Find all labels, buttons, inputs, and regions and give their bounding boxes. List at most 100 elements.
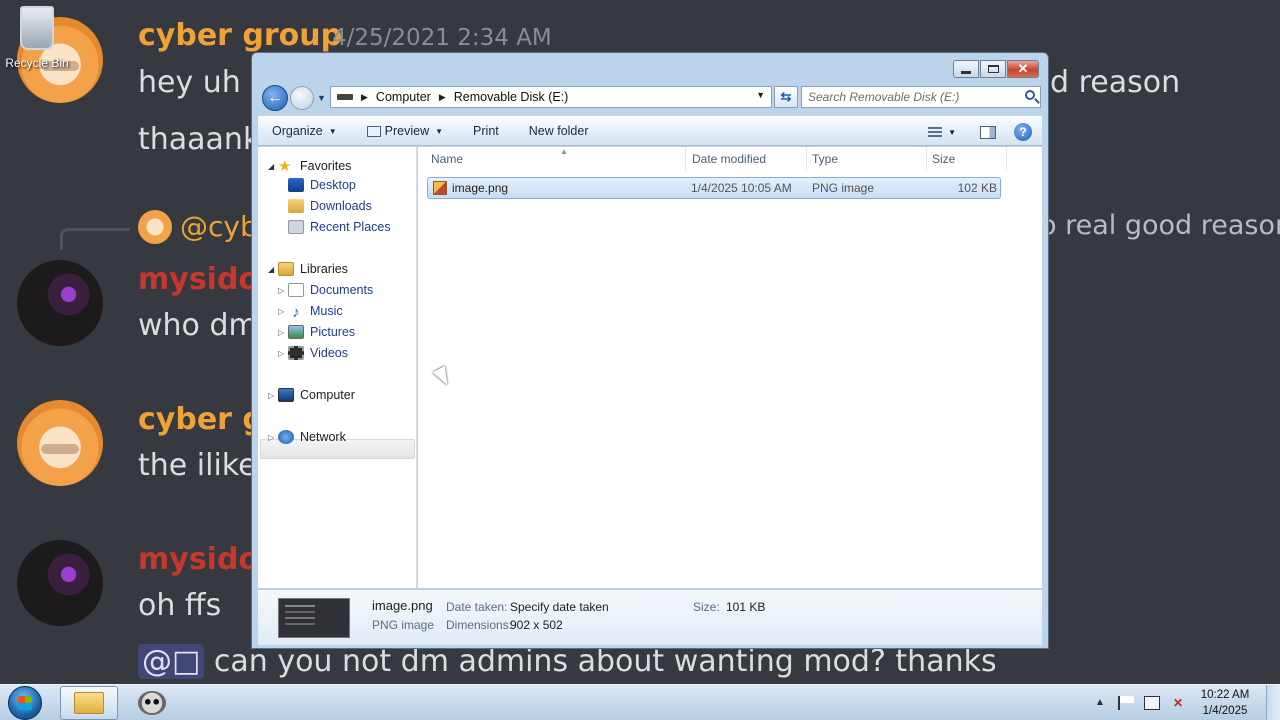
nav-pictures[interactable]: ▷ Pictures bbox=[278, 325, 355, 339]
recycle-bin-label: Recycle Bin bbox=[5, 56, 69, 70]
expand-arrow-icon[interactable]: ▷ bbox=[278, 349, 288, 358]
network-status-icon[interactable] bbox=[1144, 696, 1160, 710]
reply-preview: o real good reason bbox=[1040, 210, 1280, 241]
nav-libraries[interactable]: ◢ Libraries bbox=[268, 262, 348, 276]
maximize-button[interactable] bbox=[980, 60, 1006, 78]
star-icon: ★ bbox=[278, 158, 292, 175]
breadcrumb-removable-disk[interactable]: Removable Disk (E:) bbox=[454, 90, 569, 104]
nav-network[interactable]: ▷ Network bbox=[268, 430, 346, 444]
nav-videos[interactable]: ▷ Videos bbox=[278, 346, 348, 360]
column-size-label: Size bbox=[932, 152, 956, 166]
print-button[interactable]: Print bbox=[473, 124, 499, 138]
minimize-button[interactable] bbox=[953, 60, 979, 78]
details-file-name: image.png bbox=[372, 598, 433, 613]
file-name: image.png bbox=[452, 181, 509, 195]
expand-arrow-icon[interactable]: ▷ bbox=[268, 433, 278, 442]
help-icon[interactable]: ? bbox=[1014, 123, 1032, 141]
nav-downloads-label: Downloads bbox=[310, 199, 372, 213]
show-hidden-icons-button[interactable]: ▲ bbox=[1092, 696, 1108, 710]
nav-downloads[interactable]: Downloads bbox=[288, 199, 372, 213]
volume-muted-icon[interactable]: ✕ bbox=[1170, 696, 1186, 710]
dimensions-value: 902 x 502 bbox=[510, 618, 563, 632]
column-header-size[interactable]: Size bbox=[927, 147, 1007, 171]
taskbar-explorer-button[interactable] bbox=[60, 686, 118, 720]
chat-username: cyber g bbox=[138, 402, 264, 437]
show-desktop-button[interactable] bbox=[1266, 685, 1280, 720]
chat-message: thaaank bbox=[138, 122, 261, 157]
view-options-dropdown[interactable]: ▼ bbox=[948, 128, 956, 137]
column-header-name[interactable]: ▲ Name bbox=[426, 147, 686, 171]
chat-message: oh ffs bbox=[138, 588, 222, 623]
search-icon[interactable] bbox=[1025, 90, 1035, 100]
search-input[interactable] bbox=[802, 87, 1012, 107]
expand-arrow-icon[interactable]: ▷ bbox=[278, 286, 288, 295]
recycle-bin-shortcut[interactable]: Recycle Bin bbox=[4, 6, 70, 70]
avatar bbox=[17, 540, 103, 626]
reply-connector bbox=[60, 228, 130, 250]
file-row[interactable]: image.png 1/4/2025 10:05 AM PNG image 10… bbox=[427, 177, 1001, 199]
search-box[interactable] bbox=[801, 86, 1041, 108]
reply-username: @cyb bbox=[180, 210, 258, 243]
file-size: 102 KB bbox=[957, 181, 997, 195]
expand-arrow-icon[interactable]: ▷ bbox=[278, 328, 288, 337]
file-date-modified: 1/4/2025 10:05 AM bbox=[691, 181, 792, 195]
clock-date: 1/4/2025 bbox=[1202, 705, 1248, 717]
address-bar[interactable]: ▶ Computer ▶ Removable Disk (E:) ▼ bbox=[330, 86, 772, 108]
chat-username: cyber group bbox=[138, 18, 343, 53]
music-icon: ♪ bbox=[292, 304, 300, 321]
avatar bbox=[17, 260, 103, 346]
expand-arrow-icon[interactable]: ▷ bbox=[278, 307, 288, 316]
expand-arrow-icon[interactable]: ◢ bbox=[268, 162, 278, 171]
file-type: PNG image bbox=[812, 181, 875, 195]
downloads-icon bbox=[288, 199, 304, 213]
nav-computer[interactable]: ▷ Computer bbox=[268, 388, 355, 402]
chevron-right-icon[interactable]: ▶ bbox=[361, 92, 368, 103]
libraries-icon bbox=[278, 262, 294, 276]
expand-arrow-icon[interactable]: ◢ bbox=[268, 265, 278, 274]
chevron-right-icon[interactable]: ▶ bbox=[439, 92, 446, 103]
nav-recent-places[interactable]: Recent Places bbox=[288, 220, 391, 234]
expand-arrow-icon[interactable]: ▷ bbox=[268, 391, 278, 400]
taskbar-app-button[interactable] bbox=[130, 686, 174, 720]
chat-message: d reason bbox=[1050, 65, 1181, 100]
column-header-type[interactable]: Type bbox=[807, 147, 927, 171]
column-header-date-modified[interactable]: Date modified bbox=[687, 147, 807, 171]
nav-favorites[interactable]: ◢ ★ Favorites bbox=[268, 157, 351, 175]
action-center-flag-icon[interactable] bbox=[1118, 696, 1134, 710]
refresh-button[interactable]: ⇆ bbox=[774, 86, 798, 108]
recent-places-icon bbox=[288, 220, 304, 234]
column-type-label: Type bbox=[812, 152, 839, 166]
maximize-icon bbox=[987, 65, 999, 73]
organize-button[interactable]: Organize ▼ bbox=[272, 124, 337, 138]
nav-music[interactable]: ▷ ♪ Music bbox=[278, 304, 343, 321]
window-caption-buttons: ✕ bbox=[952, 60, 1039, 78]
change-view-icon[interactable] bbox=[928, 127, 943, 137]
preview-pane-icon[interactable] bbox=[980, 125, 996, 139]
refresh-icon: ⇆ bbox=[780, 89, 792, 104]
start-button[interactable] bbox=[8, 686, 42, 720]
breadcrumb-computer[interactable]: Computer bbox=[376, 90, 431, 104]
chevron-down-icon[interactable]: ▼ bbox=[756, 90, 765, 100]
nav-favorites-label: Favorites bbox=[300, 159, 352, 173]
preview-button[interactable]: Preview ▼ bbox=[366, 124, 443, 138]
system-tray: ▲ ✕ 10:22 AM 1/4/2025 bbox=[1092, 685, 1280, 720]
taskbar-clock[interactable]: 10:22 AM 1/4/2025 bbox=[1196, 687, 1254, 719]
avatar bbox=[17, 400, 103, 486]
explorer-window: ✕ ← ▼ ▶ Computer ▶ Removable Disk (E:) ▼… bbox=[251, 52, 1049, 649]
new-folder-button[interactable]: New folder bbox=[529, 124, 589, 138]
videos-icon bbox=[288, 346, 304, 360]
nav-videos-label: Videos bbox=[310, 346, 348, 360]
date-taken-value[interactable]: Specify date taken bbox=[510, 600, 609, 614]
forward-button[interactable] bbox=[290, 86, 314, 110]
nav-desktop[interactable]: Desktop bbox=[288, 178, 356, 192]
organize-label: Organize bbox=[272, 124, 323, 138]
close-button[interactable]: ✕ bbox=[1007, 60, 1039, 78]
chat-message: who dm bbox=[138, 308, 258, 343]
taskbar: ▲ ✕ 10:22 AM 1/4/2025 bbox=[0, 684, 1280, 720]
nav-computer-label: Computer bbox=[300, 388, 355, 402]
back-button[interactable]: ← bbox=[262, 85, 288, 111]
nav-documents[interactable]: ▷ Documents bbox=[278, 283, 373, 297]
recent-pages-dropdown[interactable]: ▼ bbox=[317, 93, 326, 103]
details-file-type: PNG image bbox=[372, 618, 435, 632]
chat-message: hey uh c bbox=[138, 65, 267, 100]
